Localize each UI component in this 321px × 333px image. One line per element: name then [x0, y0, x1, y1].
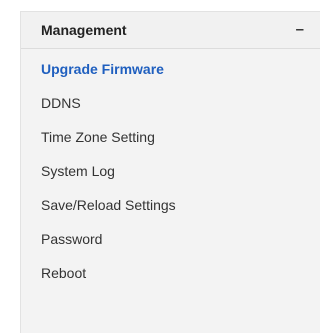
management-section-header[interactable]: Management –: [21, 12, 320, 49]
menu-item-time-zone-setting[interactable]: Time Zone Setting: [21, 125, 320, 159]
menu-item-password[interactable]: Password: [21, 227, 320, 261]
collapse-icon[interactable]: –: [296, 21, 304, 38]
menu-item-system-log[interactable]: System Log: [21, 159, 320, 193]
menu-item-save-reload-settings[interactable]: Save/Reload Settings: [21, 193, 320, 227]
menu-item-reboot[interactable]: Reboot: [21, 261, 320, 295]
menu-item-upgrade-firmware[interactable]: Upgrade Firmware: [21, 57, 320, 91]
menu-item-ddns[interactable]: DDNS: [21, 91, 320, 125]
management-menu-list: Upgrade Firmware DDNS Time Zone Setting …: [21, 57, 320, 295]
management-menu-panel: Management – Upgrade Firmware DDNS Time …: [20, 11, 320, 333]
section-title: Management: [41, 22, 127, 38]
